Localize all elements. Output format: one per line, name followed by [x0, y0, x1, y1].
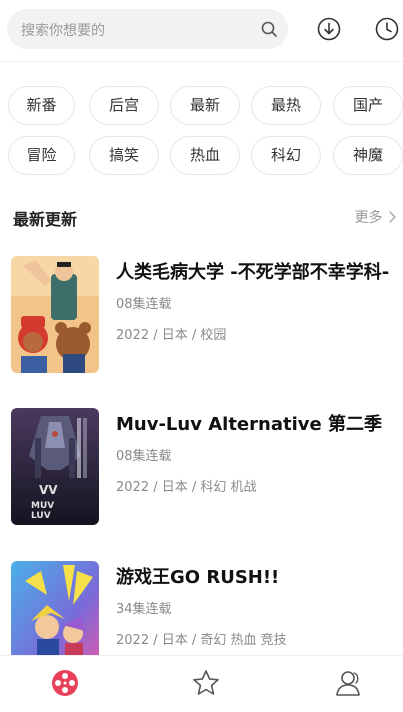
chip-maoxian[interactable]: 冒险 — [8, 136, 75, 175]
chip-kehuan[interactable]: 科幻 — [251, 136, 321, 175]
list-item[interactable]: VV MUV LUV Muv-Luv Alternative 第二季 08集连载… — [0, 408, 403, 538]
user-icon[interactable] — [333, 668, 363, 698]
cover-image[interactable]: VV MUV LUV — [11, 408, 99, 525]
search-icon[interactable] — [260, 20, 278, 38]
chip-xinfan[interactable]: 新番 — [8, 86, 75, 125]
item-title[interactable]: 人类毛病大学 -不死学部不幸学科- — [116, 258, 389, 284]
chip-hougong[interactable]: 后宫 — [89, 86, 159, 125]
history-clock-icon[interactable] — [375, 17, 399, 41]
svg-text:LUV: LUV — [31, 511, 51, 521]
item-episodes: 08集连载 — [116, 297, 172, 312]
item-meta: 2022 / 日本 / 科幻 机战 — [116, 480, 257, 495]
chip-guochan[interactable]: 国产 — [333, 86, 403, 125]
top-bar: 搜索你想要的 — [0, 0, 403, 62]
chip-zuixin[interactable]: 最新 — [170, 86, 240, 125]
more-link[interactable]: 更多 — [355, 207, 397, 227]
item-meta: 2022 / 日本 / 校园 — [116, 328, 227, 343]
bottom-nav — [0, 655, 403, 712]
search-input[interactable]: 搜索你想要的 — [7, 9, 288, 49]
item-title[interactable]: 游戏王GO RUSH!! — [116, 563, 279, 589]
cover-image[interactable] — [11, 256, 99, 373]
item-episodes: 34集连载 — [116, 602, 172, 617]
svg-text:VV: VV — [39, 483, 58, 497]
chip-gaoxiao[interactable]: 搞笑 — [89, 136, 159, 175]
chevron-right-icon — [389, 211, 396, 223]
svg-text:MUV: MUV — [31, 501, 54, 511]
more-label: 更多 — [354, 210, 383, 226]
list-item[interactable]: 人类毛病大学 -不死学部不幸学科- 08集连载 2022 / 日本 / 校园 — [0, 256, 403, 386]
download-icon[interactable] — [317, 17, 341, 41]
item-episodes: 08集连载 — [116, 449, 172, 464]
search-placeholder: 搜索你想要的 — [21, 23, 105, 39]
item-meta: 2022 / 日本 / 奇幻 热血 竞技 — [116, 633, 287, 648]
chip-rexue[interactable]: 热血 — [170, 136, 240, 175]
chip-zuire[interactable]: 最热 — [251, 86, 321, 125]
item-title[interactable]: Muv-Luv Alternative 第二季 — [116, 410, 382, 436]
star-icon[interactable] — [191, 668, 221, 698]
chip-shenmo[interactable]: 神魔 — [333, 136, 403, 175]
film-reel-icon[interactable] — [50, 668, 80, 698]
section-title: 最新更新 — [13, 210, 78, 229]
